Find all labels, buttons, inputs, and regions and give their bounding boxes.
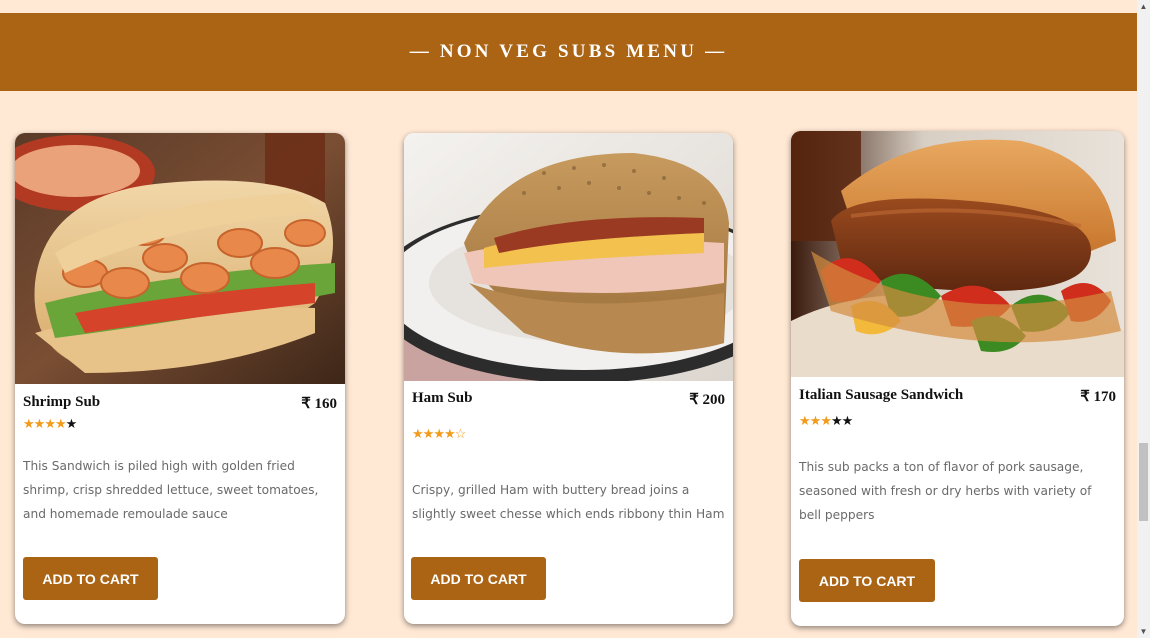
star-icon: ★ (830, 413, 843, 428)
star-icon: ★ (412, 426, 424, 441)
page: — NON VEG SUBS MENU — Shrimp Sub ₹ 160 ★… (0, 0, 1137, 638)
star-rating: ★★★★☆ (412, 426, 467, 441)
star-icon: ★ (809, 413, 822, 428)
scroll-down-arrow-icon[interactable]: ▼ (1137, 625, 1150, 638)
product-image[interactable] (15, 133, 345, 384)
product-description: This Sandwich is piled high with golden … (23, 459, 319, 521)
star-icon: ★ (44, 416, 56, 431)
star-icon: ★ (841, 413, 854, 428)
product-name: Ham Sub (412, 390, 473, 406)
add-to-cart-button[interactable]: ADD TO CART (23, 557, 158, 600)
product-card-ham-sub: Ham Sub ₹ 200 ★★★★☆ Crispy, grilled Ham … (404, 133, 733, 624)
product-card-shrimp-sub: Shrimp Sub ₹ 160 ★★★★★ This Sandwich is … (15, 133, 345, 624)
add-to-cart-button[interactable]: ADD TO CART (799, 559, 935, 602)
star-icon: ★ (33, 416, 46, 431)
half-star-icon: ☆ (454, 426, 467, 441)
product-name: Italian Sausage Sandwich (799, 387, 964, 403)
product-image[interactable] (404, 133, 733, 381)
star-icon: ★ (54, 416, 67, 431)
star-icon: ★ (433, 426, 445, 441)
product-price: ₹ 170 (1080, 389, 1116, 405)
scroll-thumb[interactable] (1139, 443, 1148, 521)
product-price: ₹ 160 (301, 396, 337, 412)
section-title: — NON VEG SUBS MENU — (409, 41, 728, 62)
product-card-italian-sausage-sandwich: Italian Sausage Sandwich ₹ 170 ★★★★★ Thi… (791, 131, 1124, 626)
half-star-icon: ★ (820, 413, 832, 428)
product-name: Shrimp Sub (23, 394, 101, 410)
star-icon: ★ (422, 426, 435, 441)
star-rating: ★★★★★ (23, 416, 78, 431)
product-image[interactable] (791, 131, 1124, 377)
ham-sub-photo (404, 133, 733, 381)
star-icon: ★ (65, 416, 78, 431)
product-description: This sub packs a ton of flavor of pork s… (799, 460, 1092, 522)
star-rating: ★★★★★ (799, 413, 854, 428)
vertical-scrollbar[interactable]: ▲ ▼ (1137, 0, 1150, 638)
product-price: ₹ 200 (689, 392, 725, 408)
product-description: Crispy, grilled Ham with buttery bread j… (412, 483, 725, 521)
sausage-sandwich-photo (791, 131, 1124, 377)
add-to-cart-button[interactable]: ADD TO CART (411, 557, 546, 600)
shrimp-sub-photo (15, 133, 345, 384)
section-header-bar: — NON VEG SUBS MENU — (0, 13, 1137, 91)
star-icon: ★ (799, 413, 811, 428)
star-icon: ★ (443, 426, 456, 441)
scroll-up-arrow-icon[interactable]: ▲ (1137, 0, 1150, 13)
star-icon: ★ (23, 416, 35, 431)
